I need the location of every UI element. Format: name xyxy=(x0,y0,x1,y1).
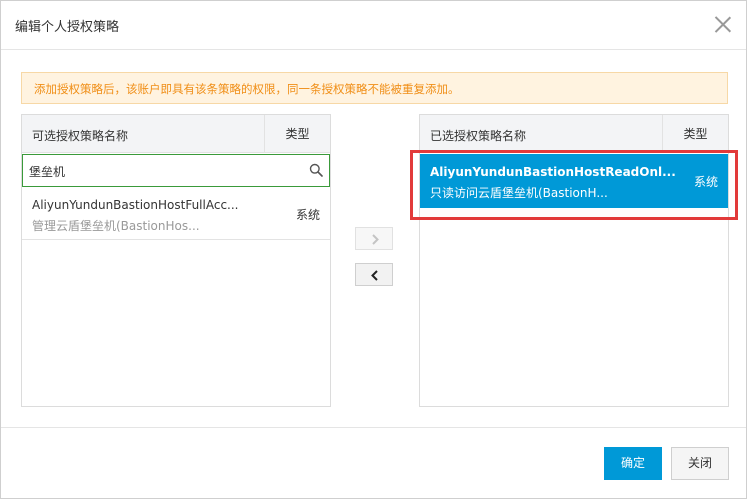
available-panel-header: 可选授权策略名称 类型 xyxy=(22,115,330,153)
add-policy-button[interactable] xyxy=(355,227,393,250)
selection-highlight-box xyxy=(410,150,738,220)
close-icon[interactable] xyxy=(713,14,733,34)
notice-text: 添加授权策略后，该账户即具有该条策略的权限，同一条授权策略不能被重复添加。 xyxy=(34,82,460,96)
selected-header-name: 已选授权策略名称 xyxy=(430,129,527,143)
confirm-button[interactable]: 确定 xyxy=(604,447,662,480)
available-policy-row[interactable]: AliyunYundunBastionHostFullAcc... 管理云盾堡垒… xyxy=(22,188,330,240)
selected-panel-header: 已选授权策略名称 类型 xyxy=(420,115,728,153)
footer-divider xyxy=(1,427,746,428)
notice-banner: 添加授权策略后，该账户即具有该条策略的权限，同一条授权策略不能被重复添加。 xyxy=(21,72,728,104)
selected-header-type: 类型 xyxy=(662,115,728,153)
available-policies-panel: 可选授权策略名称 类型 AliyunYundunBastionHostFullA… xyxy=(21,114,331,407)
available-header-name: 可选授权策略名称 xyxy=(32,129,129,143)
dialog-title: 编辑个人授权策略 xyxy=(15,20,120,35)
policy-description: 管理云盾堡垒机(BastionHos... xyxy=(32,219,200,233)
close-button[interactable]: 关闭 xyxy=(671,447,729,480)
policy-type: 系统 xyxy=(296,208,321,222)
available-header-type: 类型 xyxy=(264,115,330,153)
chevron-left-icon xyxy=(371,270,378,281)
dialog-header: 编辑个人授权策略 xyxy=(1,1,746,50)
policy-name: AliyunYundunBastionHostFullAcc... xyxy=(32,198,239,212)
search-icon[interactable] xyxy=(309,163,323,177)
remove-policy-button[interactable] xyxy=(355,263,393,286)
search-input[interactable] xyxy=(29,161,299,181)
authorization-dialog: 编辑个人授权策略 添加授权策略后，该账户即具有该条策略的权限，同一条授权策略不能… xyxy=(0,0,747,499)
chevron-right-icon xyxy=(372,234,379,245)
policy-search-box[interactable] xyxy=(22,154,330,187)
